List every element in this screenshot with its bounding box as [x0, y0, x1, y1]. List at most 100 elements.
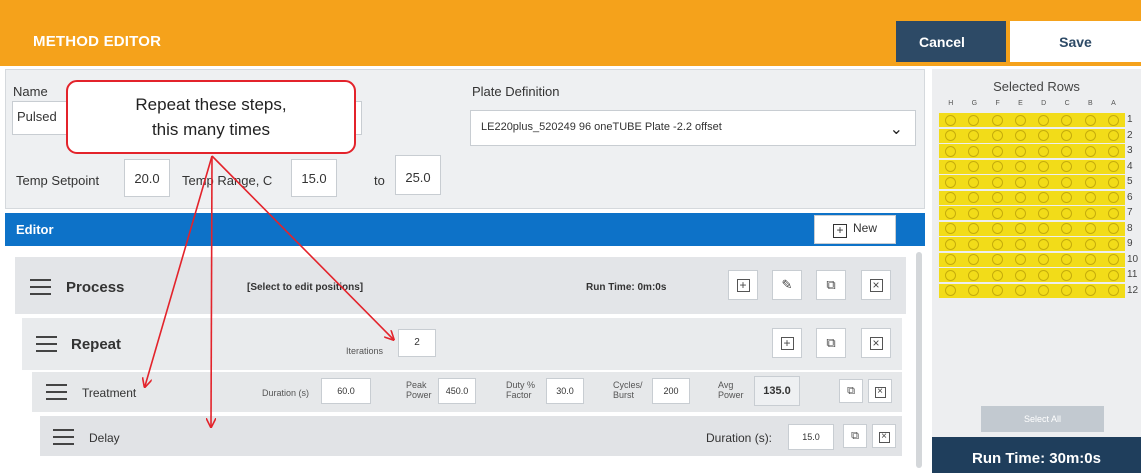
add-step-button[interactable]: +	[728, 270, 758, 300]
plate-well[interactable]	[945, 114, 957, 126]
drag-handle-icon[interactable]	[53, 429, 74, 450]
cycles-burst-input[interactable]: 200	[652, 378, 690, 404]
plate-well[interactable]	[945, 285, 957, 296]
plate-well[interactable]	[1084, 161, 1096, 172]
plate-well[interactable]	[968, 269, 980, 281]
plate-well[interactable]	[1107, 269, 1119, 281]
plate-well[interactable]	[945, 176, 957, 188]
plate-well[interactable]	[1061, 254, 1073, 265]
plate-well[interactable]	[1014, 238, 1026, 250]
drag-handle-icon[interactable]	[30, 279, 51, 300]
plate-well[interactable]	[1014, 254, 1026, 265]
plate-well[interactable]	[991, 145, 1003, 157]
plate-well[interactable]	[1038, 192, 1050, 203]
temp-setpoint-input[interactable]: 20.0	[124, 159, 170, 197]
drag-handle-icon[interactable]	[46, 384, 67, 405]
plate-well[interactable]	[945, 238, 957, 250]
plate-well[interactable]	[945, 145, 957, 157]
plate-well[interactable]	[1107, 285, 1119, 296]
plate-well[interactable]	[945, 254, 957, 265]
plate-well[interactable]	[1061, 161, 1073, 172]
plate-well[interactable]	[1061, 130, 1073, 141]
plate-well[interactable]	[968, 176, 980, 188]
plate-row[interactable]	[939, 268, 1125, 282]
plate-well[interactable]	[1014, 285, 1026, 296]
plate-row[interactable]	[939, 190, 1125, 205]
temp-range-max-input[interactable]: 25.0	[395, 155, 441, 195]
plate-well[interactable]	[1038, 223, 1050, 234]
plate-row[interactable]	[939, 237, 1125, 251]
delay-duration-input[interactable]: 15.0	[788, 424, 834, 450]
plate-well[interactable]	[1038, 238, 1050, 250]
plate-well[interactable]	[1107, 145, 1119, 157]
delete-step-button[interactable]: ×	[861, 328, 891, 358]
plate-definition-select[interactable]: LE220plus_520249 96 oneTUBE Plate -2.2 o…	[470, 110, 916, 146]
plate-well[interactable]	[1107, 130, 1119, 141]
plate-well[interactable]	[1084, 114, 1096, 126]
plate-well[interactable]	[1038, 161, 1050, 172]
plate-well[interactable]	[1038, 269, 1050, 281]
plate-well[interactable]	[1038, 114, 1050, 126]
plate-well[interactable]	[1038, 285, 1050, 296]
plate-well[interactable]	[968, 192, 980, 203]
plate-well[interactable]	[968, 285, 980, 296]
plate-well[interactable]	[1014, 161, 1026, 172]
plate-row[interactable]	[939, 144, 1125, 158]
plate-row[interactable]	[939, 113, 1125, 127]
plate-well[interactable]	[1107, 114, 1119, 126]
plate-well[interactable]	[1107, 176, 1119, 188]
plate-well[interactable]	[968, 130, 980, 141]
plate-well[interactable]	[1107, 207, 1119, 219]
delete-step-button[interactable]: ×	[868, 379, 892, 403]
duty-factor-input[interactable]: 30.0	[546, 378, 584, 404]
plate-well[interactable]	[1061, 145, 1073, 157]
cancel-button[interactable]: Cancel	[896, 21, 1006, 62]
copy-step-button[interactable]: ⧉	[843, 424, 867, 448]
plate-well[interactable]	[991, 254, 1003, 265]
repeat-step-row[interactable]	[22, 318, 902, 370]
plate-well[interactable]	[1084, 192, 1096, 203]
plate-well[interactable]	[945, 130, 957, 141]
plate-well[interactable]	[1038, 254, 1050, 265]
plate-well[interactable]	[1084, 238, 1096, 250]
plate-well[interactable]	[1038, 207, 1050, 219]
peak-power-input[interactable]: 450.0	[438, 378, 476, 404]
plate-well[interactable]	[1084, 130, 1096, 141]
plate-well[interactable]	[1014, 145, 1026, 157]
plate-row[interactable]	[939, 159, 1125, 174]
plate-well[interactable]	[1084, 285, 1096, 296]
plate-well[interactable]	[968, 114, 980, 126]
copy-step-button[interactable]: ⧉	[839, 379, 863, 403]
plate-well[interactable]	[968, 223, 980, 234]
plate-well[interactable]	[968, 161, 980, 172]
plate-well[interactable]	[945, 269, 957, 281]
new-step-button[interactable]: + New	[814, 215, 896, 244]
plate-well[interactable]	[1061, 176, 1073, 188]
plate-well[interactable]	[1107, 254, 1119, 265]
process-positions-link[interactable]: [Select to edit positions]	[247, 282, 363, 293]
plate-well[interactable]	[991, 114, 1003, 126]
plate-row[interactable]	[939, 221, 1125, 236]
select-all-button[interactable]: Select All	[981, 406, 1104, 432]
plate-row[interactable]	[939, 283, 1125, 298]
temp-range-min-input[interactable]: 15.0	[291, 159, 337, 197]
plate-well[interactable]	[1084, 223, 1096, 234]
add-step-button[interactable]: +	[772, 328, 802, 358]
plate-well[interactable]	[1014, 176, 1026, 188]
copy-step-button[interactable]: ⧉	[816, 270, 846, 300]
delay-step-row[interactable]	[40, 416, 902, 456]
plate-row[interactable]	[939, 175, 1125, 189]
plate-well[interactable]	[991, 192, 1003, 203]
edit-step-button[interactable]: ✎	[772, 270, 802, 300]
plate-well[interactable]	[968, 207, 980, 219]
iterations-input[interactable]: 2	[398, 329, 436, 357]
save-button[interactable]: Save	[1010, 21, 1141, 62]
drag-handle-icon[interactable]	[36, 336, 57, 357]
plate-well[interactable]	[1014, 114, 1026, 126]
plate-well[interactable]	[1107, 223, 1119, 234]
plate-well[interactable]	[1061, 238, 1073, 250]
plate-well[interactable]	[991, 223, 1003, 234]
delete-step-button[interactable]: ×	[872, 424, 896, 448]
plate-well[interactable]	[1061, 285, 1073, 296]
plate-well[interactable]	[945, 207, 957, 219]
